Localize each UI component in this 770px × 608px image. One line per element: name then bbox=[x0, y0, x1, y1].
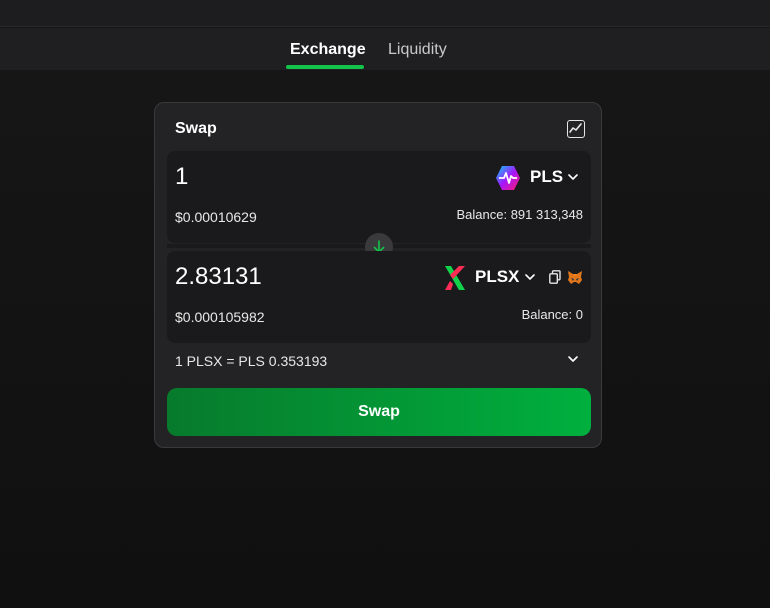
active-tab-indicator bbox=[286, 65, 364, 69]
from-token-symbol: PLS bbox=[530, 167, 564, 186]
from-amount-input[interactable] bbox=[175, 163, 395, 191]
to-token-symbol: PLSX bbox=[475, 267, 520, 286]
card-title: Swap bbox=[175, 120, 217, 137]
from-usd-value: $0.00010629 bbox=[175, 209, 257, 225]
swap-card: Swap PLS $0 bbox=[154, 102, 602, 448]
expand-details-chevron-icon[interactable] bbox=[565, 351, 581, 367]
swap-button[interactable]: Swap bbox=[167, 388, 591, 436]
to-amount-input[interactable] bbox=[175, 263, 395, 291]
to-usd-value: $0.000105982 bbox=[175, 309, 265, 325]
tab-bar: Exchange Liquidity bbox=[0, 28, 770, 70]
chart-line-icon[interactable] bbox=[567, 120, 585, 138]
pulsex-logo-icon bbox=[445, 266, 465, 290]
metamask-fox-icon[interactable] bbox=[567, 270, 583, 285]
to-token-selector[interactable]: PLSX bbox=[443, 263, 545, 293]
pulsechain-logo-icon bbox=[496, 166, 520, 190]
tab-exchange[interactable]: Exchange bbox=[290, 28, 366, 70]
to-balance: Balance: 0 bbox=[521, 307, 583, 322]
copy-icon[interactable] bbox=[549, 270, 561, 284]
chevron-down-icon bbox=[568, 174, 578, 181]
tab-liquidity[interactable]: Liquidity bbox=[388, 28, 447, 70]
to-panel: PLSX $0.000105982 Balance: 0 bbox=[167, 251, 591, 343]
top-bar bbox=[0, 0, 770, 27]
from-panel: PLS $0.00010629 Balance: 891 313,348 bbox=[167, 151, 591, 243]
from-balance: Balance: 891 313,348 bbox=[456, 207, 584, 222]
from-token-selector[interactable]: PLS bbox=[495, 163, 583, 193]
chevron-down-icon bbox=[525, 274, 535, 281]
exchange-rate: 1 PLSX = PLS 0.353193 bbox=[175, 353, 328, 369]
